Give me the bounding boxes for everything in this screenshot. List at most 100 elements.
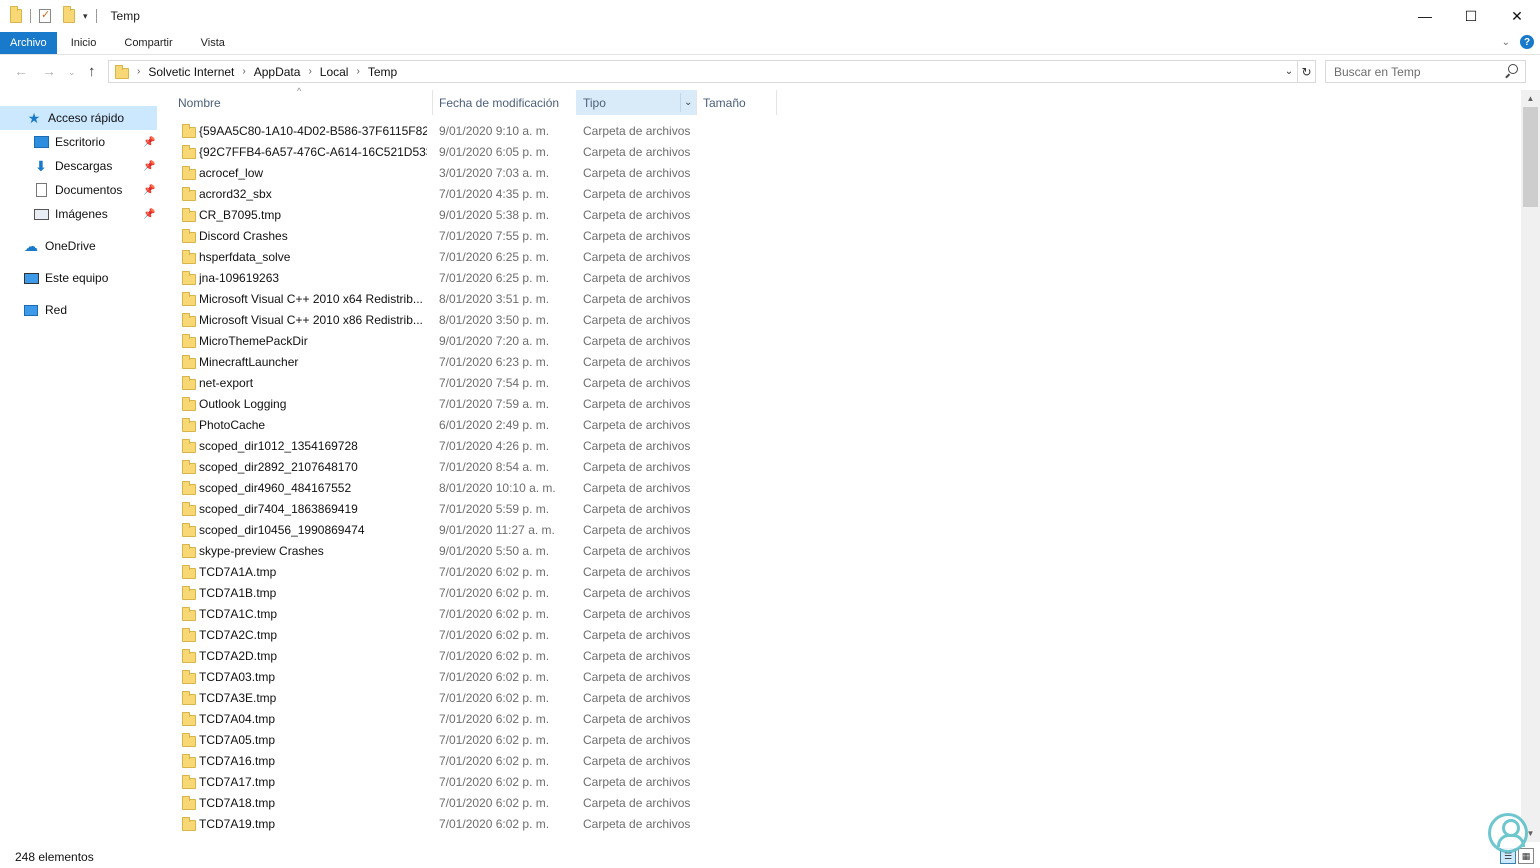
column-divider[interactable] <box>776 90 777 115</box>
tab-archivo[interactable]: Archivo <box>0 32 57 54</box>
file-row[interactable]: TCD7A05.tmp 7/01/2020 6:02 p. m. Carpeta d… <box>170 730 1520 751</box>
column-header-date[interactable]: Fecha de modificación <box>433 90 575 115</box>
breadcrumb-separator-icon[interactable]: › <box>242 66 245 77</box>
file-row[interactable]: Microsoft Visual C++ 2010 x64 Redistrib.… <box>170 289 1520 310</box>
breadcrumb-separator-icon[interactable]: › <box>308 66 311 77</box>
file-row[interactable]: hsperfdata_solve 7/01/2020 6:25 p. m. Carp… <box>170 247 1520 268</box>
file-row[interactable]: MinecraftLauncher 7/01/2020 6:23 p. m. Car… <box>170 352 1520 373</box>
file-type: Carpeta de archivos <box>583 481 691 495</box>
folder-icon <box>182 208 196 222</box>
file-row[interactable]: {92C7FFB4-6A57-476C-A614-16C521D533... 9/… <box>170 142 1520 163</box>
sidebar-item-imagenes[interactable]: Imágenes 📌 <box>0 202 157 226</box>
sidebar-item-onedrive[interactable]: ☁ OneDrive <box>0 234 96 258</box>
file-row[interactable]: TCD7A19.tmp 7/01/2020 6:02 p. m. Carpeta d… <box>170 814 1520 835</box>
file-date-modified: 9/01/2020 6:05 p. m. <box>439 145 550 159</box>
breadcrumb-local[interactable]: Local <box>320 65 349 79</box>
file-row[interactable]: Discord Crashes 7/01/2020 7:55 p. m. Carpe… <box>170 226 1520 247</box>
search-icon[interactable] <box>1508 64 1518 74</box>
up-arrow-icon[interactable]: ↑ <box>88 63 96 80</box>
sidebar-item-este-equipo[interactable]: Este equipo <box>0 266 108 290</box>
customize-toolbar-dropdown[interactable]: ▾ <box>83 11 88 22</box>
folder-icon <box>182 733 196 747</box>
column-header-type[interactable]: Tipo ⌄ <box>576 90 696 115</box>
large-icons-view-icon[interactable]: ▦ <box>1518 848 1534 864</box>
address-bar[interactable]: › Solvetic Internet › AppData › Local › … <box>108 60 1316 83</box>
minimize-button[interactable]: — <box>1402 0 1448 32</box>
sidebar-item-documentos[interactable]: Documentos 📌 <box>0 178 157 202</box>
vertical-scrollbar[interactable]: ▲ ▼ <box>1521 90 1540 842</box>
sidebar-item-escritorio[interactable]: Escritorio 📌 <box>0 130 157 154</box>
properties-icon[interactable] <box>39 8 51 23</box>
folder-icon <box>182 481 196 495</box>
pin-icon[interactable]: 📌 <box>143 137 155 148</box>
file-row[interactable]: acrord32_sbx 7/01/2020 4:35 p. m. Carpeta … <box>170 184 1520 205</box>
file-date-modified: 7/01/2020 6:02 p. m. <box>439 607 550 621</box>
file-row[interactable]: Outlook Logging 7/01/2020 7:59 a. m. Carpe… <box>170 394 1520 415</box>
file-row[interactable]: TCD7A17.tmp 7/01/2020 6:02 p. m. Carpeta d… <box>170 772 1520 793</box>
file-name: skype-preview Crashes <box>199 544 324 558</box>
column-header-name[interactable]: Nombre <box>170 90 432 115</box>
close-button[interactable]: ✕ <box>1494 0 1540 32</box>
file-row[interactable]: PhotoCache 6/01/2020 2:49 p. m. Carpeta de… <box>170 415 1520 436</box>
help-icon[interactable]: ? <box>1520 35 1534 49</box>
file-row[interactable]: TCD7A2C.tmp 7/01/2020 6:02 p. m. Carpeta d… <box>170 625 1520 646</box>
tab-inicio[interactable]: Inicio <box>57 32 111 54</box>
sidebar-item-red[interactable]: Red <box>0 298 67 322</box>
new-folder-icon[interactable] <box>63 6 75 23</box>
breadcrumb-separator-icon[interactable]: › <box>356 66 359 77</box>
file-row[interactable]: scoped_dir10456_1990869474 9/01/2020 11:2… <box>170 520 1520 541</box>
file-row[interactable]: CR_B7095.tmp 9/01/2020 5:38 p. m. Carpeta … <box>170 205 1520 226</box>
expand-ribbon-chevron-icon[interactable]: ⌄ <box>1502 37 1510 48</box>
file-row[interactable]: TCD7A3E.tmp 7/01/2020 6:02 p. m. Carpeta d… <box>170 688 1520 709</box>
scroll-up-arrow-icon[interactable]: ▲ <box>1521 90 1540 107</box>
pin-icon[interactable]: 📌 <box>143 185 155 196</box>
folder-icon <box>182 502 196 516</box>
file-row[interactable]: TCD7A1A.tmp 7/01/2020 6:02 p. m. Carpeta d… <box>170 562 1520 583</box>
forward-arrow-icon[interactable]: → <box>42 63 56 79</box>
breadcrumb-appdata[interactable]: AppData <box>254 65 301 79</box>
address-dropdown-chevron-icon[interactable]: ⌄ <box>1281 66 1297 77</box>
folder-icon <box>182 607 196 621</box>
breadcrumb-separator-icon[interactable]: › <box>137 66 140 77</box>
file-row[interactable]: Microsoft Visual C++ 2010 x86 Redistrib.… <box>170 310 1520 331</box>
file-row[interactable]: TCD7A04.tmp 7/01/2020 6:02 p. m. Carpeta d… <box>170 709 1520 730</box>
file-row[interactable]: scoped_dir2892_2107648170 7/01/2020 8:54 … <box>170 457 1520 478</box>
column-header-size[interactable]: Tamaño <box>697 90 775 115</box>
file-row[interactable]: scoped_dir1012_1354169728 7/01/2020 4:26 … <box>170 436 1520 457</box>
filter-chevron-icon[interactable]: ⌄ <box>684 97 692 108</box>
file-row[interactable]: acrocef_low 3/01/2020 7:03 a. m. Carpeta d… <box>170 163 1520 184</box>
file-row[interactable]: skype-preview Crashes 9/01/2020 5:50 a. m… <box>170 541 1520 562</box>
recent-locations-chevron-icon[interactable]: ⌄ <box>68 67 76 78</box>
search-input[interactable]: Buscar en Temp <box>1325 60 1526 83</box>
navigation-pane: ★ Acceso rápido Escritorio 📌 ⬇ Descargas… <box>0 100 170 840</box>
breadcrumb-solvetic-internet[interactable]: Solvetic Internet <box>148 65 234 79</box>
sidebar-item-acceso-rapido[interactable]: ★ Acceso rápido <box>0 106 157 130</box>
tab-vista[interactable]: Vista <box>187 32 239 54</box>
file-row[interactable]: TCD7A18.tmp 7/01/2020 6:02 p. m. Carpeta d… <box>170 793 1520 814</box>
folder-icon <box>182 628 196 642</box>
file-row[interactable]: scoped_dir7404_1863869419 7/01/2020 5:59 … <box>170 499 1520 520</box>
pin-icon[interactable]: 📌 <box>143 209 155 220</box>
tab-compartir[interactable]: Compartir <box>110 32 186 54</box>
refresh-icon[interactable]: ↻ <box>1297 61 1315 82</box>
file-row[interactable]: TCD7A1C.tmp 7/01/2020 6:02 p. m. Carpeta d… <box>170 604 1520 625</box>
file-name: scoped_dir4960_484167552 <box>199 481 352 495</box>
file-row[interactable]: TCD7A1B.tmp 7/01/2020 6:02 p. m. Carpeta d… <box>170 583 1520 604</box>
sidebar-item-descargas[interactable]: ⬇ Descargas 📌 <box>0 154 157 178</box>
pin-icon[interactable]: 📌 <box>143 161 155 172</box>
folder-icon <box>182 565 196 579</box>
breadcrumb-temp[interactable]: Temp <box>368 65 397 79</box>
file-row[interactable]: jna-109619263 7/01/2020 6:25 p. m. Carpeta… <box>170 268 1520 289</box>
file-type: Carpeta de archivos <box>583 502 691 516</box>
file-row[interactable]: MicroThemePackDir 9/01/2020 7:20 a. m. Car… <box>170 331 1520 352</box>
scrollbar-thumb[interactable] <box>1523 107 1538 207</box>
file-row[interactable]: net-export 7/01/2020 7:54 p. m. Carpeta de… <box>170 373 1520 394</box>
file-row[interactable]: {59AA5C80-1A10-4D02-B586-37F6115F82... 9/… <box>170 121 1520 142</box>
back-arrow-icon[interactable]: ← <box>14 63 28 79</box>
file-row[interactable]: scoped_dir4960_484167552 8/01/2020 10:10 … <box>170 478 1520 499</box>
maximize-button[interactable]: ☐ <box>1448 0 1494 32</box>
file-row[interactable]: TCD7A2D.tmp 7/01/2020 6:02 p. m. Carpeta d… <box>170 646 1520 667</box>
file-row[interactable]: TCD7A03.tmp 7/01/2020 6:02 p. m. Carpeta d… <box>170 667 1520 688</box>
file-row[interactable]: TCD7A16.tmp 7/01/2020 6:02 p. m. Carpeta d… <box>170 751 1520 772</box>
file-date-modified: 9/01/2020 5:38 p. m. <box>439 208 550 222</box>
